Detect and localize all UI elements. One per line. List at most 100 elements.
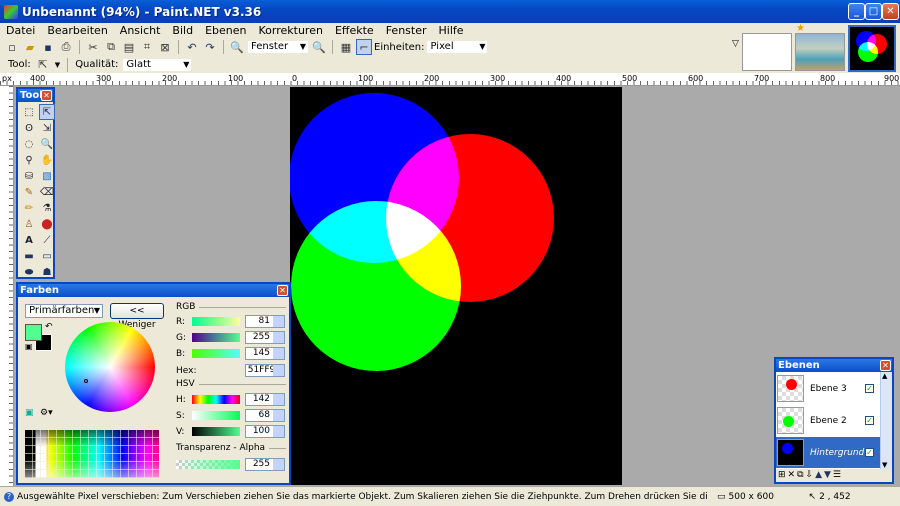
- new-file-icon[interactable]: ▫: [4, 39, 20, 55]
- delete-layer-icon[interactable]: ✕: [788, 470, 796, 480]
- blue-slider[interactable]: [192, 349, 240, 358]
- layer-row-selected[interactable]: Hintergrund ✓: [776, 437, 880, 468]
- hue-slider[interactable]: [192, 395, 240, 404]
- move-selection-tool-icon[interactable]: ⇱: [39, 104, 55, 120]
- menu-korrekturen[interactable]: Korrekturen: [253, 24, 329, 37]
- zoom-in-icon[interactable]: 🔍: [311, 39, 327, 55]
- layer-visibility-checkbox[interactable]: ✓: [865, 448, 874, 457]
- zoom-dropdown[interactable]: Fenster ▼: [247, 40, 309, 54]
- move-layer-down-icon[interactable]: ▼: [824, 470, 831, 480]
- primary-color-swatch[interactable]: [25, 324, 42, 341]
- image-thumbnail-current[interactable]: [848, 25, 896, 72]
- menu-bearbeiten[interactable]: Bearbeiten: [41, 24, 113, 37]
- scroll-down-icon[interactable]: ▼: [882, 461, 887, 469]
- eraser-tool-icon[interactable]: ⌫: [39, 184, 55, 200]
- color-wheel[interactable]: [65, 322, 155, 412]
- menu-ansicht[interactable]: Ansicht: [114, 24, 167, 37]
- move-selected-tool-icon[interactable]: ⇲: [39, 120, 55, 136]
- maximize-button[interactable]: □: [865, 3, 882, 20]
- close-icon[interactable]: ✕: [41, 90, 52, 101]
- merge-layer-icon[interactable]: ⇩: [806, 470, 814, 480]
- pan-tool-icon[interactable]: ✋: [39, 152, 55, 168]
- add-layer-icon[interactable]: ⊞: [778, 470, 786, 480]
- magic-wand-tool-icon[interactable]: ⚲: [21, 152, 37, 168]
- text-tool-icon[interactable]: A: [21, 232, 37, 248]
- swap-colors-icon[interactable]: ↶: [45, 322, 53, 332]
- rounded-rect-tool-icon[interactable]: ▭: [39, 248, 55, 264]
- pencil-tool-icon[interactable]: ✏: [21, 200, 37, 216]
- image-thumbnail-blank[interactable]: [742, 33, 792, 71]
- deselect-icon[interactable]: ⊠: [157, 39, 173, 55]
- image-list-icon[interactable]: ▽: [732, 39, 739, 49]
- crop-icon[interactable]: ⌗: [139, 39, 155, 55]
- green-input[interactable]: 255: [245, 331, 285, 344]
- save-icon[interactable]: ▪: [40, 39, 56, 55]
- undo-icon[interactable]: ↶: [184, 39, 200, 55]
- clone-stamp-tool-icon[interactable]: ♙: [21, 216, 37, 232]
- add-palette-color-icon[interactable]: ▣: [25, 408, 34, 418]
- red-slider[interactable]: [192, 317, 240, 326]
- ellipse-select-tool-icon[interactable]: ◌: [21, 136, 37, 152]
- layer-row[interactable]: Ebene 3 ✓: [777, 373, 882, 404]
- units-dropdown[interactable]: Pixel ▼: [426, 40, 489, 54]
- freeform-shape-tool-icon[interactable]: ☗: [39, 264, 55, 280]
- saturation-input[interactable]: 68: [245, 409, 285, 422]
- copy-icon[interactable]: ⧉: [103, 39, 119, 55]
- saturation-slider[interactable]: [192, 411, 240, 420]
- grid-icon[interactable]: ▦: [338, 39, 354, 55]
- lasso-tool-icon[interactable]: ʘ: [21, 120, 37, 136]
- rulers-icon[interactable]: ⌐: [356, 39, 372, 55]
- redo-icon[interactable]: ↷: [202, 39, 218, 55]
- close-button[interactable]: ✕: [882, 3, 899, 20]
- print-icon[interactable]: ⎙: [58, 39, 74, 55]
- color-mode-dropdown[interactable]: Primärfarben ▼: [25, 304, 103, 318]
- layers-scrollbar[interactable]: ▲ ▼: [880, 372, 892, 469]
- blue-input[interactable]: 145: [245, 347, 285, 360]
- zoom-tool-icon[interactable]: 🔍: [39, 136, 55, 152]
- menu-hilfe[interactable]: Hilfe: [433, 24, 470, 37]
- chevron-down-icon[interactable]: ▼: [55, 61, 60, 69]
- gradient-tool-icon[interactable]: ▧: [39, 168, 55, 184]
- paintbrush-tool-icon[interactable]: ✎: [21, 184, 37, 200]
- color-picker-tool-icon[interactable]: ⚗: [39, 200, 55, 216]
- move-layer-up-icon[interactable]: ▲: [815, 470, 822, 480]
- layer-visibility-checkbox[interactable]: ✓: [865, 384, 874, 393]
- image-canvas[interactable]: [290, 87, 622, 485]
- image-thumbnail-pool[interactable]: [795, 33, 845, 71]
- hue-input[interactable]: 142: [245, 393, 285, 406]
- color-wheel-marker[interactable]: [84, 379, 88, 383]
- menu-ebenen[interactable]: Ebenen: [199, 24, 252, 37]
- scroll-up-icon[interactable]: ▲: [882, 372, 887, 380]
- rectangle-tool-icon[interactable]: ▬: [21, 248, 37, 264]
- palette-menu-icon[interactable]: ⚙▾: [40, 408, 53, 418]
- quality-dropdown[interactable]: Glatt ▼: [122, 57, 193, 72]
- paint-bucket-tool-icon[interactable]: ⛁: [21, 168, 37, 184]
- menu-datei[interactable]: Datei: [0, 24, 41, 37]
- hex-input[interactable]: 51FF91: [245, 364, 285, 377]
- layer-visibility-checkbox[interactable]: ✓: [865, 416, 874, 425]
- move-tool-icon[interactable]: ⇱: [35, 57, 51, 73]
- cut-icon[interactable]: ✂: [85, 39, 101, 55]
- layer-row[interactable]: Ebene 2 ✓: [777, 405, 882, 436]
- recolor-tool-icon[interactable]: ⬤: [39, 216, 55, 232]
- menu-effekte[interactable]: Effekte: [329, 24, 380, 37]
- red-input[interactable]: 81: [245, 315, 285, 328]
- rect-select-tool-icon[interactable]: ⬚: [21, 104, 37, 120]
- reset-colors-icon[interactable]: ▣: [25, 342, 33, 351]
- layer-properties-icon[interactable]: ☰: [833, 470, 841, 480]
- less-button[interactable]: << Weniger: [110, 303, 164, 330]
- duplicate-layer-icon[interactable]: ⧉: [797, 470, 803, 480]
- paste-icon[interactable]: ▤: [121, 39, 137, 55]
- zoom-out-icon[interactable]: 🔍: [229, 39, 245, 55]
- alpha-input[interactable]: 255: [245, 458, 285, 471]
- alpha-slider[interactable]: [176, 460, 240, 469]
- menu-bild[interactable]: Bild: [166, 24, 199, 37]
- menu-fenster[interactable]: Fenster: [380, 24, 433, 37]
- close-icon[interactable]: ✕: [277, 285, 288, 296]
- color-palette[interactable]: [25, 430, 159, 478]
- close-icon[interactable]: ✕: [880, 360, 891, 371]
- value-input[interactable]: 100: [245, 425, 285, 438]
- line-tool-icon[interactable]: ⟋: [39, 232, 55, 248]
- open-file-icon[interactable]: ▰: [22, 39, 38, 55]
- value-slider[interactable]: [192, 427, 240, 436]
